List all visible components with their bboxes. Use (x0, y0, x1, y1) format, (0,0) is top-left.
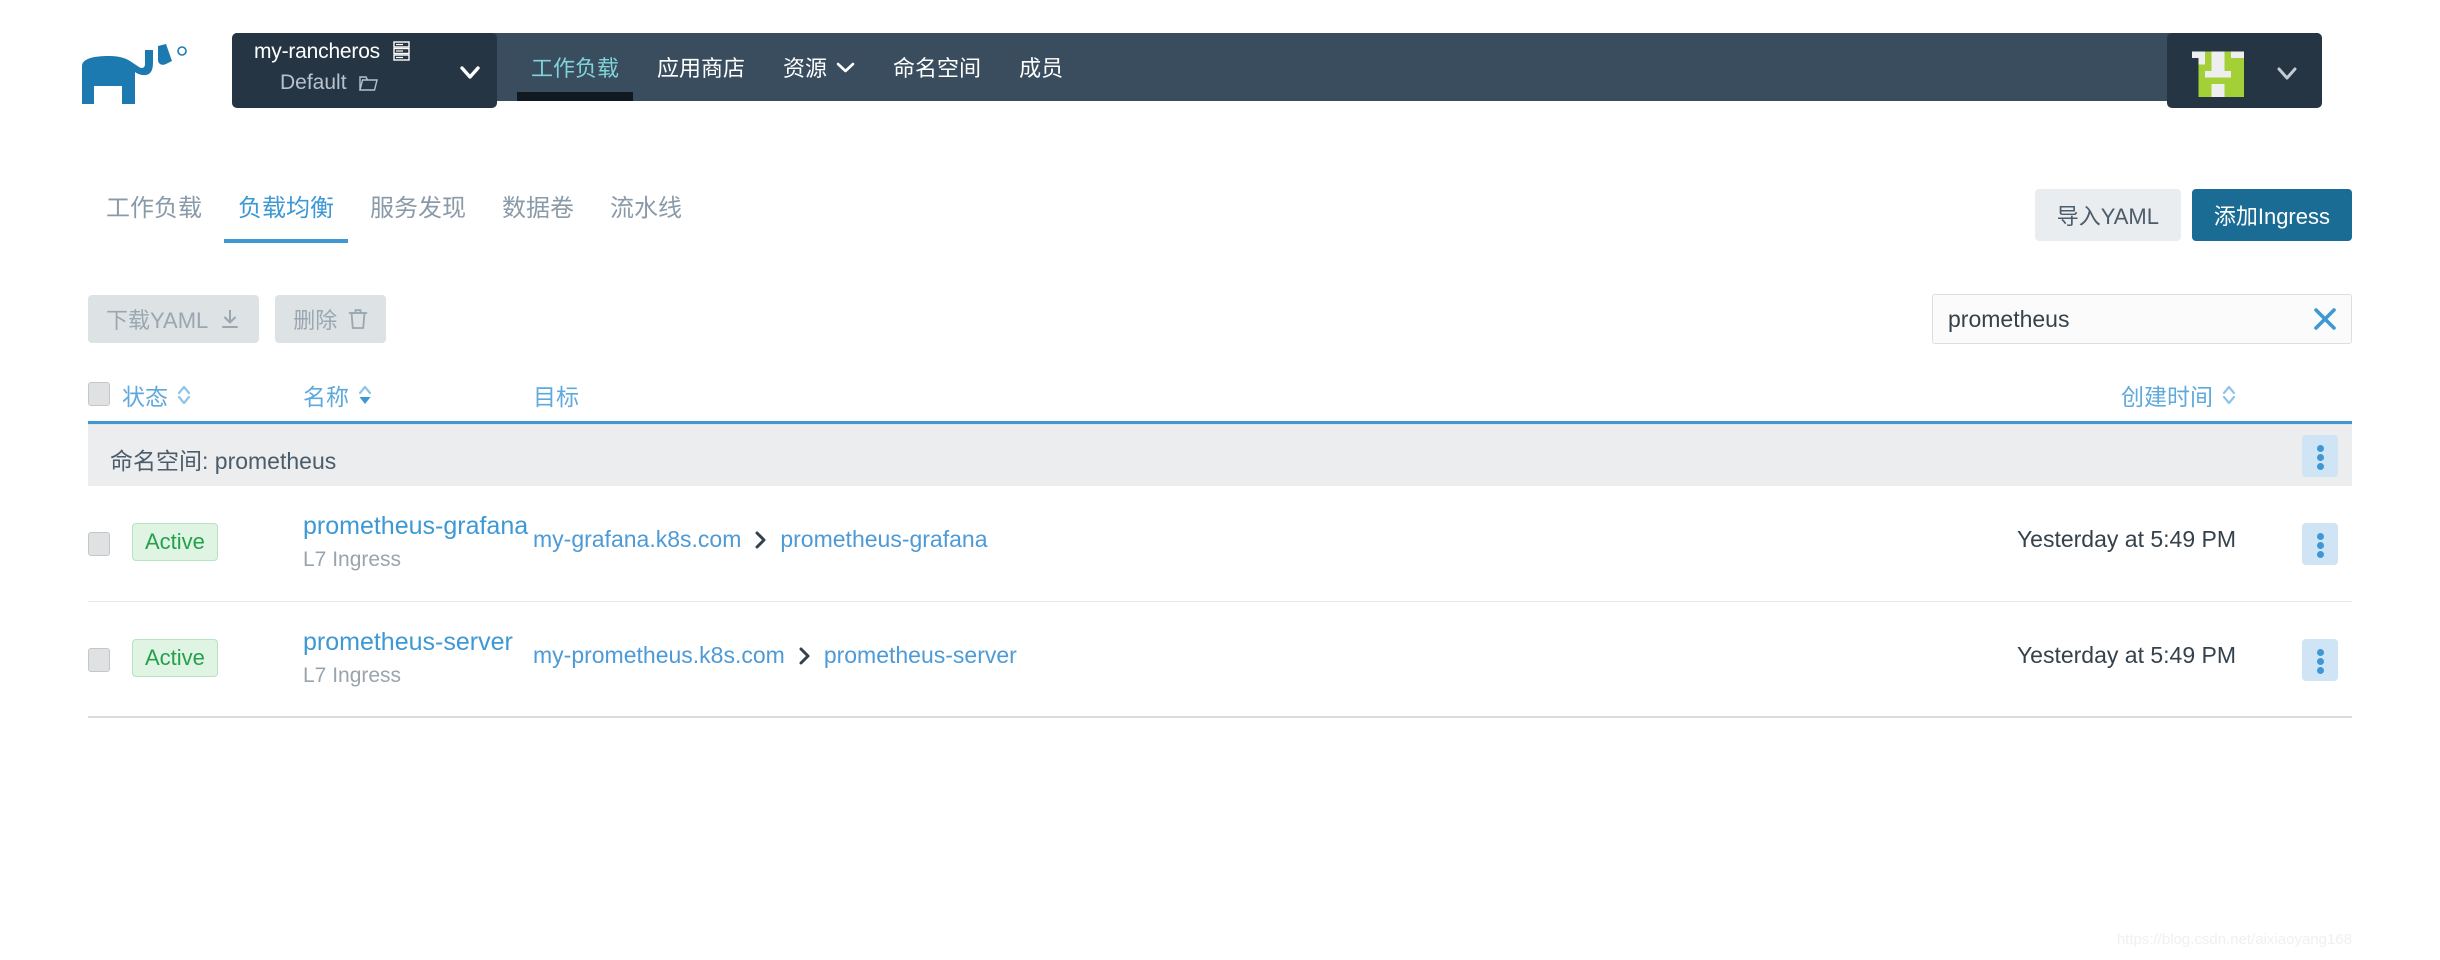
watermark: https://blog.csdn.net/aixiaoyang168 (2116, 931, 2352, 948)
ingress-name-link[interactable]: prometheus-grafana (303, 512, 528, 541)
row-checkbox-wrap (88, 532, 110, 556)
ingress-type-label: L7 Ingress (303, 664, 402, 687)
column-label: 目标 (533, 384, 579, 410)
cluster-name: my-rancheros (254, 40, 410, 64)
created-time: Yesterday at 5:49 PM (2016, 526, 2236, 552)
column-label: 名称 (303, 384, 349, 410)
import-yaml-button[interactable]: 导入YAML (2034, 189, 2181, 241)
nav-item-namespaces[interactable]: 命名空间 (874, 33, 1000, 101)
chevron-right-icon (799, 647, 810, 664)
ingress-name-link[interactable]: prometheus-server (303, 628, 513, 657)
import-yaml-label: 导入YAML (2056, 204, 2159, 229)
chevron-down-icon (460, 66, 480, 79)
created-time: Yesterday at 5:49 PM (2016, 642, 2236, 668)
sort-desc-icon (358, 385, 372, 404)
table-row[interactable]: Active prometheus-server L7 Ingress my-p… (88, 602, 2352, 718)
chevron-right-icon (755, 531, 766, 548)
delete-label: 删除 (293, 308, 338, 333)
download-icon (222, 310, 239, 328)
target-host-link[interactable]: my-prometheus.k8s.com (533, 642, 785, 669)
column-header-target[interactable]: 目标 (533, 378, 579, 412)
download-yaml-button[interactable]: 下载YAML (88, 295, 260, 343)
nav-item-members[interactable]: 成员 (1000, 33, 1082, 101)
rancher-cow-logo[interactable] (78, 42, 200, 108)
tab-workloads[interactable]: 工作负载 (88, 188, 220, 243)
project-name: Default (280, 71, 379, 95)
name-cell: prometheus-grafana L7 Ingress (303, 512, 528, 572)
server-icon (392, 41, 410, 61)
tab-label: 服务发现 (370, 195, 466, 222)
target-cell: my-prometheus.k8s.com prometheus-server (533, 642, 1017, 669)
tab-volumes[interactable]: 数据卷 (484, 188, 592, 243)
tab-label: 负载均衡 (238, 195, 334, 222)
kebab-menu-icon[interactable] (2302, 639, 2338, 681)
target-host-link[interactable]: my-grafana.k8s.com (533, 526, 741, 553)
table-row[interactable]: Active prometheus-grafana L7 Ingress my-… (88, 486, 2352, 602)
tab-label: 工作负载 (106, 195, 202, 222)
download-yaml-label: 下载YAML (106, 308, 209, 333)
ingress-table: 状态 名称 目标 创建时间 命名空间: prometheus Active pr… (88, 368, 2352, 718)
row-checkbox-wrap (88, 648, 110, 672)
target-service-link[interactable]: prometheus-server (824, 642, 1017, 669)
sort-both-icon (177, 385, 191, 405)
namespace-group-row: 命名空间: prometheus (88, 424, 2352, 486)
add-ingress-button[interactable]: 添加Ingress (2191, 189, 2352, 241)
nav-item-resources[interactable]: 资源 (764, 33, 874, 101)
table-header-row: 状态 名称 目标 创建时间 (88, 368, 2352, 424)
chevron-down-icon (2277, 67, 2297, 80)
target-service-link[interactable]: prometheus-grafana (780, 526, 987, 553)
user-identicon-avatar (2192, 45, 2244, 97)
tab-pipelines[interactable]: 流水线 (592, 188, 700, 243)
user-menu[interactable] (2167, 33, 2322, 108)
name-cell: prometheus-server L7 Ingress (303, 628, 513, 688)
trash-icon (348, 309, 368, 329)
cluster-name-label: my-rancheros (254, 40, 380, 63)
nav-item-label: 命名空间 (893, 56, 982, 81)
folder-icon (359, 76, 379, 91)
bulk-action-bar: 下载YAML 删除 (88, 295, 387, 343)
project-picker[interactable]: my-rancheros Default (232, 33, 497, 108)
select-all-checkbox-wrap (88, 382, 110, 406)
tab-load-balancing[interactable]: 负载均衡 (220, 188, 352, 243)
tab-label: 流水线 (610, 195, 682, 222)
kebab-menu-icon[interactable] (2302, 523, 2338, 565)
chevron-down-icon (836, 62, 855, 73)
nav-item-label: 应用商店 (657, 56, 746, 81)
search-box[interactable] (1932, 294, 2352, 344)
select-all-checkbox[interactable] (88, 382, 110, 406)
section-tabs: 工作负载 负载均衡 服务发现 数据卷 流水线 (88, 175, 700, 243)
column-header-created[interactable]: 创建时间 (2121, 378, 2236, 412)
kebab-menu-icon[interactable] (2302, 435, 2338, 477)
delete-button[interactable]: 删除 (275, 295, 387, 343)
row-checkbox[interactable] (88, 648, 110, 672)
column-label: 创建时间 (2121, 384, 2213, 410)
add-ingress-label: 添加Ingress (2213, 204, 2330, 229)
column-header-status[interactable]: 状态 (122, 378, 191, 412)
close-icon[interactable] (2312, 306, 2338, 332)
nav-item-label: 工作负载 (531, 56, 620, 81)
target-cell: my-grafana.k8s.com prometheus-grafana (533, 526, 987, 553)
search-input[interactable] (1946, 295, 2276, 343)
status-badge: Active (132, 523, 218, 561)
nav-item-apps[interactable]: 应用商店 (638, 33, 764, 101)
project-name-label: Default (280, 71, 347, 94)
column-header-name[interactable]: 名称 (303, 378, 372, 412)
sort-both-icon (2222, 385, 2236, 405)
column-label: 状态 (122, 384, 168, 410)
main-nav: 工作负载 应用商店 资源 命名空间 成员 (512, 33, 1082, 101)
status-badge: Active (132, 639, 218, 677)
row-checkbox[interactable] (88, 532, 110, 556)
nav-item-label: 成员 (1019, 56, 1064, 81)
tab-service-discovery[interactable]: 服务发现 (352, 188, 484, 243)
nav-item-label: 资源 (783, 56, 828, 81)
nav-item-workloads[interactable]: 工作负载 (512, 33, 638, 101)
tab-label: 数据卷 (502, 195, 574, 222)
ingress-type-label: L7 Ingress (303, 548, 402, 571)
top-header-bar: my-rancheros Default 工作负载 应用商店 资源 命名空间 成… (0, 0, 2440, 127)
namespace-group-label: 命名空间: prometheus (110, 448, 337, 474)
